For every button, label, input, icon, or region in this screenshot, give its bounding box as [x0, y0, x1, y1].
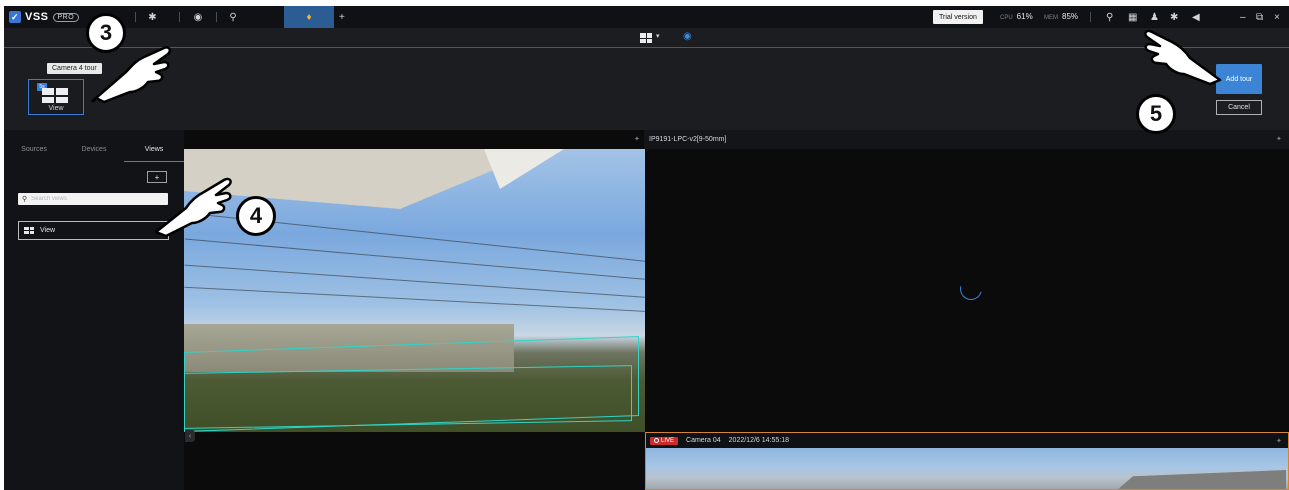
pointing-hand-icon — [1144, 29, 1222, 86]
add-tab-button[interactable]: + — [339, 6, 345, 28]
edition-badge: PRO — [52, 12, 80, 22]
pin-icon[interactable]: ✦ — [1276, 437, 1282, 445]
apps-grid-icon[interactable]: ▦ — [1128, 6, 1137, 28]
wire — [184, 238, 645, 281]
tour-card-label: View — [48, 105, 64, 112]
layout-grid-icon[interactable] — [640, 33, 652, 43]
tab-alarm[interactable]: ♦ — [284, 6, 334, 28]
step-5-marker: 5 — [1136, 94, 1176, 134]
loading-spinner-icon — [955, 273, 987, 305]
brand-name: VSS — [25, 11, 49, 23]
divider — [216, 12, 218, 22]
search-icon[interactable]: ⚲ — [1106, 6, 1113, 28]
tour-editor: Camera 4 tour 5s View Add tour Cancel — [4, 48, 1289, 130]
wire — [184, 264, 645, 299]
roof-image — [1116, 470, 1286, 489]
settings-tab-icon[interactable]: ✱ — [148, 6, 156, 28]
search-views[interactable]: ⚲ — [18, 193, 168, 205]
chevron-down-icon[interactable]: ▾ — [656, 32, 660, 40]
search-analytics-tab-icon[interactable]: ⚲ — [229, 6, 236, 28]
camera-04-tile[interactable]: LIVE Camera 04 2022/12/6 14:55:18 ✦ — [645, 432, 1289, 490]
roof-image — [484, 149, 564, 189]
vss-pro-window: ✓ VSS PRO ✱ ◉ ⚲ ♦ + Trial version CPU 61… — [4, 6, 1289, 490]
search-input[interactable] — [31, 196, 152, 202]
eye-icon[interactable]: ◉ — [683, 31, 692, 42]
bell-icon: ♦ — [306, 11, 312, 23]
collapse-sidebar-button[interactable]: ‹ — [185, 430, 195, 442]
tab-devices[interactable]: Devices — [64, 146, 124, 162]
restore-window-icon[interactable]: ⧉ — [1256, 6, 1263, 28]
camera-feed-1[interactable] — [184, 149, 645, 432]
camera-04-title-bar: LIVE Camera 04 2022/12/6 14:55:18 — [646, 433, 1288, 448]
memory-usage: MEM 85% — [1044, 12, 1079, 21]
view-label: View — [40, 227, 56, 234]
pointing-hand-icon — [154, 177, 232, 238]
layout-thumbnail-icon — [42, 88, 68, 103]
divider — [135, 12, 137, 22]
layout-toolbar: ▾ ◉ — [4, 28, 1289, 48]
detection-zone — [184, 365, 632, 429]
pointing-hand-icon — [90, 46, 172, 104]
search-icon: ⚲ — [22, 196, 28, 203]
layout-icon — [24, 227, 34, 234]
video-grid: ✦ IP9191-LPC-v2[9-50mm] ✦ LIVE Camera 04 — [184, 130, 1289, 490]
divider — [1090, 12, 1091, 22]
tab-sources[interactable]: Sources — [4, 146, 64, 162]
tab-views[interactable]: Views — [124, 146, 184, 162]
camera-04-feed — [646, 448, 1288, 489]
cpu-usage: CPU 61% — [1000, 12, 1033, 21]
trial-badge: Trial version — [933, 10, 983, 24]
camera-timestamp: 2022/12/6 14:55:18 — [728, 437, 789, 444]
wire — [184, 286, 645, 313]
pin-icon[interactable]: ✦ — [1276, 135, 1282, 143]
minimize-button[interactable]: – — [1240, 6, 1246, 28]
close-button[interactable]: × — [1274, 6, 1280, 28]
sidebar-tabs: Sources Devices Views — [4, 146, 184, 162]
view-list-item[interactable]: View — [18, 221, 169, 240]
vivotek-logo-icon: ✓ — [9, 11, 21, 23]
top-bar: ✓ VSS PRO ✱ ◉ ⚲ — [4, 6, 1289, 28]
step-4-marker: 4 — [236, 196, 276, 236]
tile-title-bar: IP9191-LPC-v2[9-50mm] — [644, 130, 1289, 149]
liveview-tab-icon[interactable]: ◉ — [194, 6, 203, 28]
camera-name: Camera 04 — [686, 437, 721, 444]
app-logo[interactable]: ✓ VSS PRO — [9, 11, 80, 23]
divider — [178, 12, 180, 22]
record-icon — [654, 438, 659, 443]
cancel-button[interactable]: Cancel — [1216, 100, 1262, 115]
tile-title: IP9191-LPC-v2[9-50mm] — [649, 136, 727, 143]
live-badge: LIVE — [650, 436, 679, 445]
pin-icon[interactable]: ✦ — [634, 135, 640, 143]
tour-view-card[interactable]: 5s View — [28, 79, 84, 115]
